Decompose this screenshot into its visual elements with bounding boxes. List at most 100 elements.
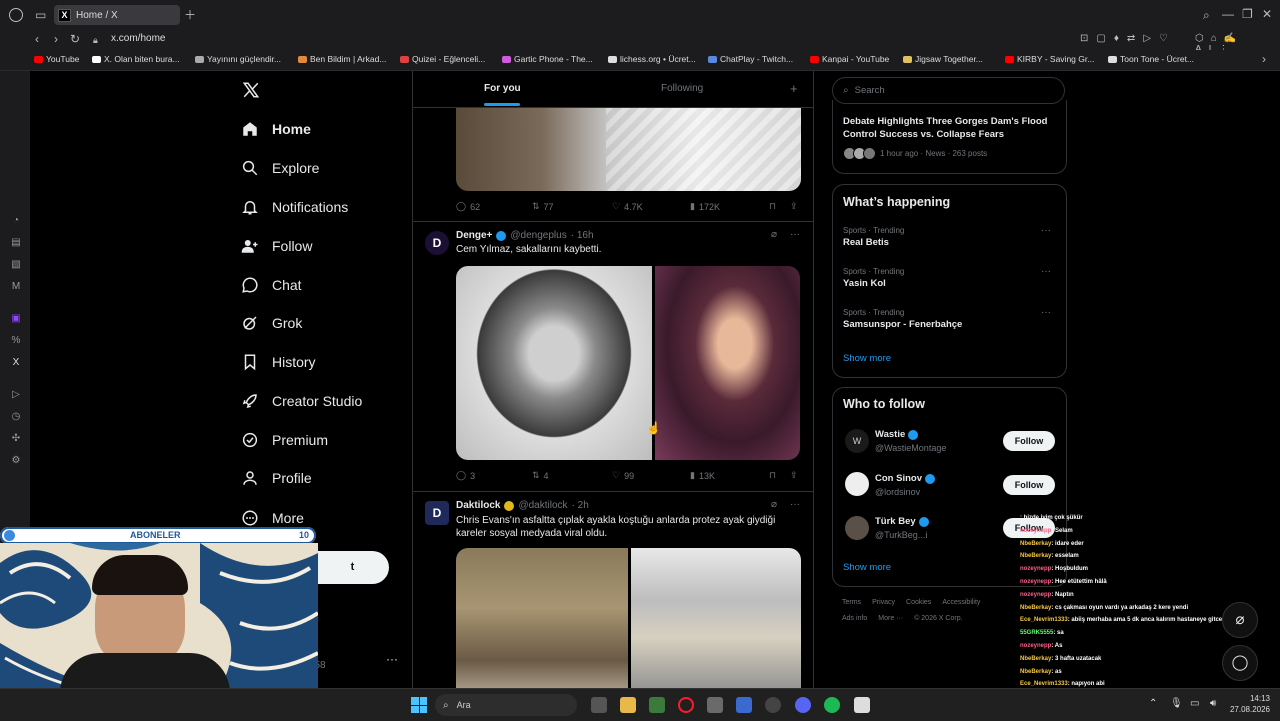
footer-cookies[interactable]: Cookies — [906, 599, 931, 606]
trend-more-icon[interactable]: ··· — [1041, 307, 1051, 318]
percent-icon[interactable]: % — [10, 335, 22, 347]
trend-more-icon[interactable]: ··· — [1041, 225, 1051, 236]
user-name[interactable]: Con Sinov — [875, 473, 935, 484]
bookmark-kanpai[interactable]: Kanpai - YouTube — [810, 54, 889, 64]
restore-icon[interactable]: ❐ — [1242, 7, 1253, 21]
footer-more[interactable]: More ··· — [878, 615, 903, 622]
avatar[interactable] — [845, 516, 869, 540]
avatar[interactable] — [845, 472, 869, 496]
puzzle-icon[interactable]: ✣ — [10, 433, 22, 445]
chat-username[interactable]: NbeBerkay — [1020, 553, 1051, 559]
editor-icon[interactable] — [736, 697, 752, 713]
user-name[interactable]: Wastie — [875, 429, 919, 440]
obs-icon[interactable] — [765, 697, 781, 713]
network-icon[interactable]: ▭ — [1190, 698, 1199, 709]
tab-following[interactable]: Following — [661, 83, 703, 94]
bookmark-toontone[interactable]: Toon Tone - Ücret... — [1108, 54, 1194, 64]
browser-logo-icon[interactable] — [9, 8, 23, 22]
avatar[interactable]: W — [845, 429, 869, 453]
settings-icon[interactable]: ⚙ — [10, 455, 22, 467]
grok-explain-icon[interactable]: ⌀ — [771, 499, 777, 510]
bookmark-action[interactable]: ⊓ — [769, 201, 776, 212]
browser-tab-active[interactable]: X Home / X — [54, 5, 180, 25]
app-icon[interactable] — [707, 697, 723, 713]
search-tabs-icon[interactable]: ⌕ — [1203, 8, 1210, 22]
reply-action[interactable]: ◯ 62 — [456, 201, 480, 212]
trend-more-icon[interactable]: ··· — [1041, 266, 1051, 277]
nav-follow[interactable]: Follow — [241, 231, 312, 261]
views-action[interactable]: ▮ 13K — [690, 470, 715, 481]
x-logo-icon[interactable] — [242, 81, 260, 104]
twitch-icon[interactable]: ▣ — [10, 313, 22, 325]
footer-privacy[interactable]: Privacy — [872, 599, 895, 606]
repost-action[interactable]: ⇅ 4 — [532, 470, 549, 481]
news-box[interactable]: Debate Highlights Three Gorges Dam's Flo… — [832, 100, 1067, 174]
store-icon[interactable] — [649, 697, 665, 713]
views-action[interactable]: ▮ 172K — [690, 201, 720, 212]
nav-profile[interactable]: Profile — [241, 463, 312, 493]
post-image-left[interactable] — [456, 548, 628, 688]
bookmark-benbildim[interactable]: Ben Bildim | Arkad... — [298, 54, 386, 64]
new-tab-icon[interactable]: ＋ — [184, 8, 196, 22]
clock[interactable]: 14:13 27.08.2026 — [1225, 693, 1270, 715]
clock-icon[interactable]: ◷ — [10, 411, 22, 423]
chat-username[interactable]: Ece_Nevrim1333 — [1020, 617, 1068, 623]
reply-action[interactable]: ◯ 3 — [456, 470, 475, 481]
task-view-icon[interactable] — [591, 697, 607, 713]
like-action[interactable]: ♡ 99 — [612, 470, 634, 481]
nav-grok[interactable]: Grok — [241, 308, 302, 338]
like-action[interactable]: ♡ 4.7K — [612, 201, 643, 212]
chat-username[interactable]: NbeBerkay — [1020, 541, 1051, 547]
repost-action[interactable]: ⇅ 77 — [532, 201, 554, 212]
post-more-icon[interactable]: ··· — [790, 229, 800, 240]
post-image-left[interactable] — [456, 266, 652, 460]
trend-item[interactable]: Sports · Trending Yasin Kol — [843, 267, 904, 289]
bookmark-x[interactable]: X. Olan biten bura... — [92, 54, 180, 64]
chat-username[interactable]: 55GRK5555 — [1020, 630, 1053, 636]
post-image-right[interactable] — [655, 266, 800, 460]
nav-explore[interactable]: Explore — [241, 153, 319, 183]
search-input[interactable]: Search — [855, 85, 885, 96]
news-title[interactable]: Debate Highlights Three Gorges Dam's Flo… — [843, 115, 1053, 141]
chat-username[interactable]: NbeBerkay — [1020, 656, 1051, 662]
nav-history[interactable]: History — [241, 347, 316, 377]
post-more-icon[interactable]: ··· — [790, 499, 800, 510]
follow-button[interactable]: Follow — [1003, 431, 1055, 451]
nav-premium[interactable]: Premium — [241, 425, 328, 455]
chat-username[interactable]: nozeynepp — [1020, 592, 1051, 598]
account-menu-icon[interactable]: ··· — [386, 652, 398, 666]
chat-username[interactable]: nozeynepp — [1020, 528, 1051, 534]
extension-icons[interactable]: ⊡▢♦⇄▷♡ — [1080, 33, 1176, 44]
post-image-right[interactable] — [631, 548, 801, 688]
mic-icon[interactable]: 🎙︎ — [1170, 698, 1183, 709]
avatar[interactable]: D — [425, 501, 449, 525]
m-app-icon[interactable]: M — [10, 281, 22, 293]
notepad-icon[interactable] — [854, 697, 870, 713]
close-window-icon[interactable]: ✕ — [1262, 7, 1272, 21]
discord-icon[interactable] — [795, 697, 811, 713]
pattern-icon[interactable]: ▧ — [10, 259, 22, 271]
chat-username[interactable]: Ece_Nevrim1333 — [1020, 681, 1068, 687]
chat-username[interactable]: NbeBerkay — [1020, 605, 1051, 611]
bookmark-gartic[interactable]: Gartic Phone - The... — [502, 54, 593, 64]
grok-float-button[interactable]: ⌀ — [1222, 602, 1258, 638]
author-handle[interactable]: @dengeplus — [510, 230, 566, 241]
chat-username[interactable]: nozeynepp — [1020, 643, 1051, 649]
chat-username[interactable]: nozeynepp — [1020, 566, 1051, 572]
bookmarks-overflow-icon[interactable]: › — [1262, 52, 1266, 66]
reload-icon[interactable]: ↻ — [70, 32, 80, 46]
nav-creator-studio[interactable]: Creator Studio — [241, 386, 362, 416]
nav-notifications[interactable]: Notifications — [241, 192, 348, 222]
user-name[interactable]: Türk Bey — [875, 516, 929, 527]
workspaces-icon[interactable]: ▭ — [35, 8, 46, 22]
opera-gx-icon[interactable] — [678, 697, 694, 713]
avatar[interactable]: D — [425, 231, 449, 255]
add-feed-icon[interactable]: + — [790, 81, 798, 96]
follow-button[interactable]: Follow — [1003, 475, 1055, 495]
bookmark-youtube[interactable]: YouTube — [34, 54, 79, 64]
chat-username[interactable]: nozeynepp — [1020, 579, 1051, 585]
post-time[interactable]: · 16h — [571, 230, 594, 241]
file-explorer-icon[interactable] — [620, 697, 636, 713]
footer-terms[interactable]: Terms — [842, 599, 861, 606]
url-field[interactable]: x.com/home — [111, 33, 165, 44]
